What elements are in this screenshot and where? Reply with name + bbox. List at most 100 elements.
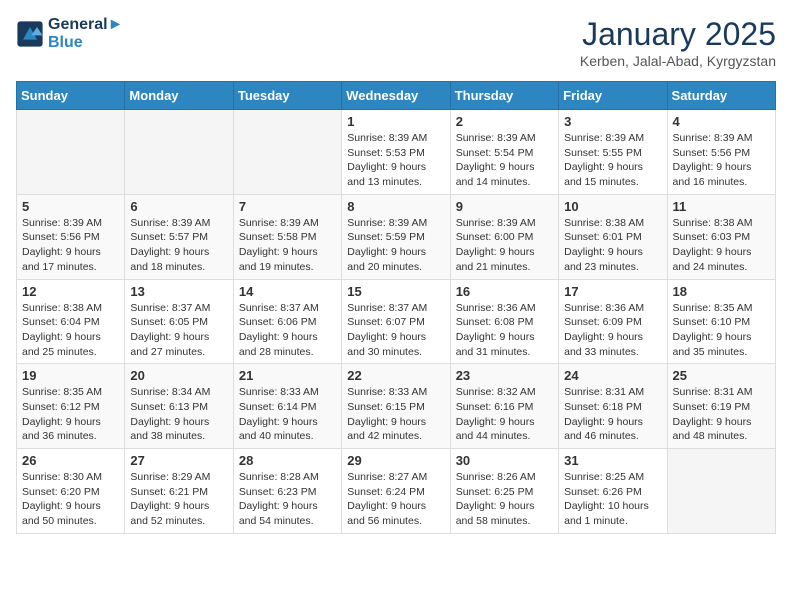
day-number: 20: [130, 368, 227, 383]
day-info: Sunrise: 8:25 AMSunset: 6:26 PMDaylight:…: [564, 470, 661, 529]
calendar-day-cell: 2 Sunrise: 8:39 AMSunset: 5:54 PMDaylight…: [450, 110, 558, 195]
day-number: 31: [564, 453, 661, 468]
calendar-day-cell: 12 Sunrise: 8:38 AMSunset: 6:04 PMDayligh…: [17, 279, 125, 364]
calendar-day-cell: [667, 449, 775, 534]
calendar-day-cell: [17, 110, 125, 195]
weekday-header: Friday: [559, 82, 667, 110]
weekday-header: Monday: [125, 82, 233, 110]
day-number: 9: [456, 199, 553, 214]
day-info: Sunrise: 8:36 AMSunset: 6:09 PMDaylight:…: [564, 301, 661, 360]
calendar-week-row: 19 Sunrise: 8:35 AMSunset: 6:12 PMDayligh…: [17, 364, 776, 449]
day-number: 7: [239, 199, 336, 214]
day-number: 21: [239, 368, 336, 383]
calendar-day-cell: 15Sunrise: 8:37 AMSunset: 6:07 PMDayligh…: [342, 279, 450, 364]
calendar-day-cell: 13Sunrise: 8:37 AMSunset: 6:05 PMDayligh…: [125, 279, 233, 364]
day-number: 14: [239, 284, 336, 299]
day-info: Sunrise: 8:31 AMSunset: 6:19 PMDaylight:…: [673, 385, 770, 444]
location-subtitle: Kerben, Jalal-Abad, Kyrgyzstan: [580, 53, 776, 69]
day-info: Sunrise: 8:37 AMSunset: 6:06 PMDaylight:…: [239, 301, 336, 360]
day-number: 4: [673, 114, 770, 129]
logo-icon: [16, 20, 44, 48]
day-number: 18: [673, 284, 770, 299]
calendar-day-cell: 22 Sunrise: 8:33 AMSunset: 6:15 PMDayligh…: [342, 364, 450, 449]
day-number: 2: [456, 114, 553, 129]
day-info: Sunrise: 8:39 AMSunset: 5:56 PMDaylight:…: [22, 216, 119, 275]
calendar-table: SundayMondayTuesdayWednesdayThursdayFrid…: [16, 81, 776, 534]
calendar-day-cell: [125, 110, 233, 195]
day-number: 28: [239, 453, 336, 468]
day-info: Sunrise: 8:33 AMSunset: 6:15 PMDaylight:…: [347, 385, 444, 444]
day-info: Sunrise: 8:39 AMSunset: 5:59 PMDaylight:…: [347, 216, 444, 275]
calendar-day-cell: 21 Sunrise: 8:33 AMSunset: 6:14 PMDayligh…: [233, 364, 341, 449]
day-number: 10: [564, 199, 661, 214]
weekday-header: Thursday: [450, 82, 558, 110]
day-info: Sunrise: 8:35 AMSunset: 6:10 PMDaylight:…: [673, 301, 770, 360]
day-info: Sunrise: 8:38 AMSunset: 6:04 PMDaylight:…: [22, 301, 119, 360]
day-info: Sunrise: 8:27 AMSunset: 6:24 PMDaylight:…: [347, 470, 444, 529]
weekday-header: Saturday: [667, 82, 775, 110]
calendar-day-cell: 7 Sunrise: 8:39 AMSunset: 5:58 PMDaylight…: [233, 194, 341, 279]
weekday-header: Tuesday: [233, 82, 341, 110]
day-info: Sunrise: 8:37 AMSunset: 6:07 PMDaylight:…: [347, 301, 444, 360]
day-info: Sunrise: 8:33 AMSunset: 6:14 PMDaylight:…: [239, 385, 336, 444]
calendar-day-cell: 18 Sunrise: 8:35 AMSunset: 6:10 PMDayligh…: [667, 279, 775, 364]
day-number: 13: [130, 284, 227, 299]
calendar-day-cell: 14 Sunrise: 8:37 AMSunset: 6:06 PMDayligh…: [233, 279, 341, 364]
day-info: Sunrise: 8:32 AMSunset: 6:16 PMDaylight:…: [456, 385, 553, 444]
calendar-day-cell: 8 Sunrise: 8:39 AMSunset: 5:59 PMDaylight…: [342, 194, 450, 279]
calendar-day-cell: 30Sunrise: 8:26 AMSunset: 6:25 PMDayligh…: [450, 449, 558, 534]
calendar-week-row: 5 Sunrise: 8:39 AMSunset: 5:56 PMDaylight…: [17, 194, 776, 279]
calendar-header-row: SundayMondayTuesdayWednesdayThursdayFrid…: [17, 82, 776, 110]
calendar-day-cell: 9 Sunrise: 8:39 AMSunset: 6:00 PMDaylight…: [450, 194, 558, 279]
day-number: 23: [456, 368, 553, 383]
logo: General► Blue: [16, 16, 123, 52]
calendar-day-cell: 20 Sunrise: 8:34 AMSunset: 6:13 PMDayligh…: [125, 364, 233, 449]
day-number: 8: [347, 199, 444, 214]
day-number: 25: [673, 368, 770, 383]
day-info: Sunrise: 8:28 AMSunset: 6:23 PMDaylight:…: [239, 470, 336, 529]
day-info: Sunrise: 8:39 AMSunset: 5:54 PMDaylight:…: [456, 131, 553, 190]
day-info: Sunrise: 8:29 AMSunset: 6:21 PMDaylight:…: [130, 470, 227, 529]
calendar-week-row: 12 Sunrise: 8:38 AMSunset: 6:04 PMDayligh…: [17, 279, 776, 364]
day-number: 26: [22, 453, 119, 468]
day-number: 3: [564, 114, 661, 129]
calendar-day-cell: 1Sunrise: 8:39 AMSunset: 5:53 PMDaylight…: [342, 110, 450, 195]
weekday-header: Sunday: [17, 82, 125, 110]
calendar-week-row: 26 Sunrise: 8:30 AMSunset: 6:20 PMDayligh…: [17, 449, 776, 534]
calendar-day-cell: 16 Sunrise: 8:36 AMSunset: 6:08 PMDayligh…: [450, 279, 558, 364]
day-info: Sunrise: 8:38 AMSunset: 6:01 PMDaylight:…: [564, 216, 661, 275]
day-info: Sunrise: 8:39 AMSunset: 5:57 PMDaylight:…: [130, 216, 227, 275]
day-number: 16: [456, 284, 553, 299]
calendar-day-cell: 28 Sunrise: 8:28 AMSunset: 6:23 PMDayligh…: [233, 449, 341, 534]
day-info: Sunrise: 8:34 AMSunset: 6:13 PMDaylight:…: [130, 385, 227, 444]
calendar-day-cell: 17Sunrise: 8:36 AMSunset: 6:09 PMDayligh…: [559, 279, 667, 364]
day-number: 6: [130, 199, 227, 214]
calendar-day-cell: 27Sunrise: 8:29 AMSunset: 6:21 PMDayligh…: [125, 449, 233, 534]
day-info: Sunrise: 8:38 AMSunset: 6:03 PMDaylight:…: [673, 216, 770, 275]
day-number: 12: [22, 284, 119, 299]
calendar-day-cell: 19 Sunrise: 8:35 AMSunset: 6:12 PMDayligh…: [17, 364, 125, 449]
day-number: 5: [22, 199, 119, 214]
day-info: Sunrise: 8:30 AMSunset: 6:20 PMDaylight:…: [22, 470, 119, 529]
calendar-day-cell: [233, 110, 341, 195]
day-info: Sunrise: 8:39 AMSunset: 5:56 PMDaylight:…: [673, 131, 770, 190]
calendar-day-cell: 25 Sunrise: 8:31 AMSunset: 6:19 PMDayligh…: [667, 364, 775, 449]
calendar-day-cell: 23 Sunrise: 8:32 AMSunset: 6:16 PMDayligh…: [450, 364, 558, 449]
day-info: Sunrise: 8:39 AMSunset: 5:58 PMDaylight:…: [239, 216, 336, 275]
day-info: Sunrise: 8:36 AMSunset: 6:08 PMDaylight:…: [456, 301, 553, 360]
page-header: General► Blue January 2025 Kerben, Jalal…: [16, 16, 776, 69]
calendar-day-cell: 3Sunrise: 8:39 AMSunset: 5:55 PMDaylight…: [559, 110, 667, 195]
day-number: 19: [22, 368, 119, 383]
day-number: 30: [456, 453, 553, 468]
day-info: Sunrise: 8:39 AMSunset: 6:00 PMDaylight:…: [456, 216, 553, 275]
calendar-day-cell: 26 Sunrise: 8:30 AMSunset: 6:20 PMDayligh…: [17, 449, 125, 534]
month-title: January 2025: [580, 16, 776, 53]
calendar-day-cell: 29Sunrise: 8:27 AMSunset: 6:24 PMDayligh…: [342, 449, 450, 534]
title-block: January 2025 Kerben, Jalal-Abad, Kyrgyzs…: [580, 16, 776, 69]
calendar-day-cell: 11Sunrise: 8:38 AMSunset: 6:03 PMDayligh…: [667, 194, 775, 279]
day-info: Sunrise: 8:31 AMSunset: 6:18 PMDaylight:…: [564, 385, 661, 444]
day-number: 22: [347, 368, 444, 383]
calendar-day-cell: 31 Sunrise: 8:25 AMSunset: 6:26 PMDayligh…: [559, 449, 667, 534]
calendar-day-cell: 5 Sunrise: 8:39 AMSunset: 5:56 PMDaylight…: [17, 194, 125, 279]
day-info: Sunrise: 8:35 AMSunset: 6:12 PMDaylight:…: [22, 385, 119, 444]
